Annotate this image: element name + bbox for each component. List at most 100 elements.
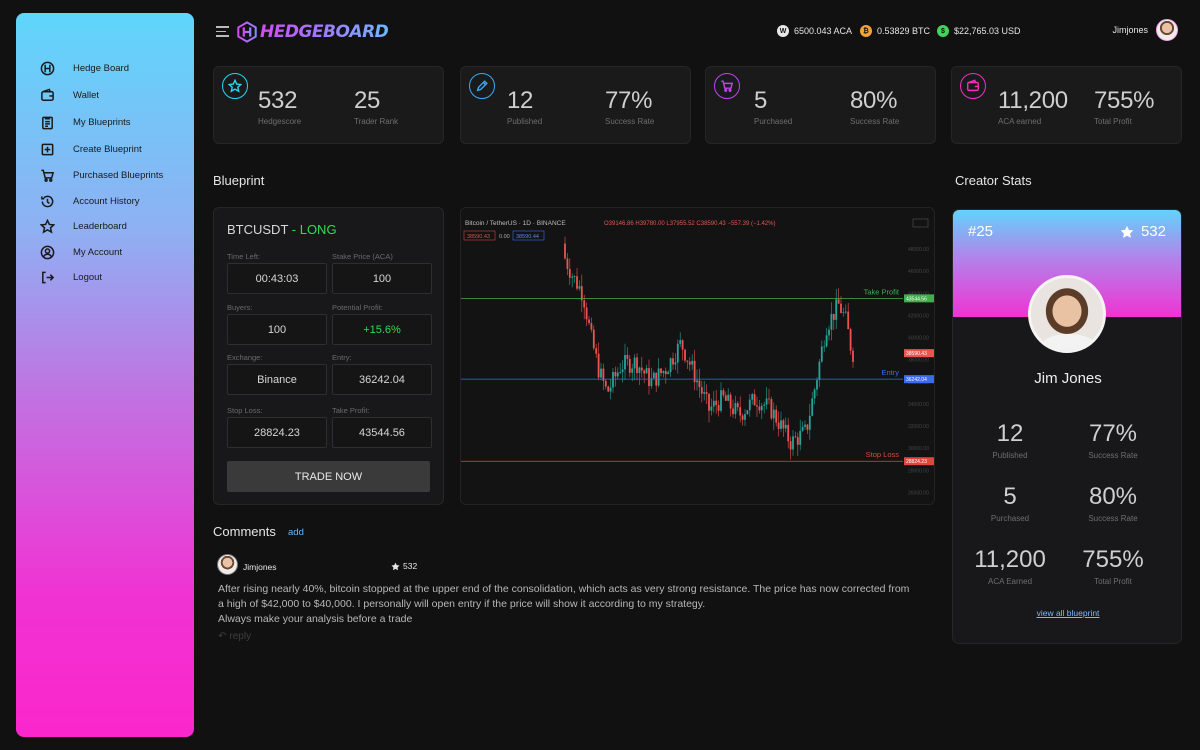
price-tag-right-text: 38590.44 [516,234,539,240]
wallet-icon [40,87,55,103]
candle-body [741,415,744,420]
candle-body [585,307,588,320]
candle-body [688,361,691,365]
candle-body [744,414,746,420]
sidebar-item-label: Account History [73,195,140,207]
price-axis-tick: 46000.00 [908,269,929,275]
creator-score: 532 [1120,223,1166,240]
candle-body [837,299,840,304]
level-label: Take Profit [864,287,900,296]
candle-body [712,400,715,407]
btc-coin-icon: ₿ [860,25,872,37]
candle-body [626,355,629,359]
candle-body [789,441,792,450]
candle-body [756,405,758,407]
view-all-blueprint-link[interactable]: view all blueprint [953,608,1181,618]
creator-stat-label: Success Rate [1088,514,1138,523]
candle-body [621,369,624,373]
candle-body [571,276,574,278]
candle-body [820,346,823,362]
candle-body [825,335,828,347]
sidebar-item-wallet[interactable]: Wallet [40,85,99,105]
sidebar-item-purchased-blueprints[interactable]: Purchased Blueprints [40,165,163,185]
stat-value: 25 [354,87,381,114]
candle-body [667,372,670,375]
sidebar-item-create-blueprint[interactable]: Create Blueprint [40,139,142,159]
menu-toggle-button[interactable] [216,26,229,38]
sidebar-item-my-blueprints[interactable]: My Blueprints [40,112,131,132]
candle-body [609,387,612,392]
candle-body [679,340,682,344]
candle-body [638,367,641,374]
reply-icon: ↶ [218,631,227,642]
sidebar-item-logout[interactable]: Logout [40,267,102,287]
candle-body [732,408,734,415]
field-label: Stake Price (ACA) [332,252,393,261]
candle-body [672,358,674,365]
candle-body [686,360,689,362]
candle-body [698,380,701,388]
trade-now-button[interactable]: TRADE NOW [227,461,430,492]
sidebar-item-label: Purchased Blueprints [73,169,164,181]
creator-stat-label: Total Profit [1094,577,1132,586]
creator-stat-label: Published [992,451,1028,460]
candle-body [588,319,590,324]
comments-title: Comments [213,524,276,539]
comment-avatar[interactable] [217,554,238,575]
candle-body [628,358,631,373]
candle-body [722,390,725,396]
price-axis-tick: 42000.00 [908,313,929,319]
field-label: Buyers: [227,303,253,312]
candle-body [784,424,787,429]
blueprint-card: BTCUSDT - LONG Time Left: 00:43:03 Stake… [213,207,444,505]
avatar[interactable] [1156,19,1178,41]
candle-body [640,367,643,371]
creator-avatar[interactable] [1028,275,1106,353]
candle-body [770,399,773,419]
sidebar-item-my-account[interactable]: My Account [40,242,122,262]
candle-body [787,424,790,442]
chart-header: Bitcoin / TetherUS · 1D · BINANCE [465,220,566,227]
candle-body [604,380,607,387]
candle-body [835,299,838,320]
time-left-field: 00:43:03 [227,263,327,294]
balance-usd: $ $22,765.03 USD [937,25,1021,37]
candle-body [796,437,799,445]
candle-body [648,368,650,387]
stat-value: 12 [507,87,534,114]
sidebar-item-hedge-board[interactable]: Hedge Board [40,58,129,78]
cart-icon [40,168,55,183]
user-menu[interactable]: Jimjones [1112,19,1178,41]
price-axis-tick: 48000.00 [908,247,929,253]
candle-body [607,386,610,392]
candle-body [801,426,804,431]
buyers-field: 100 [227,314,327,345]
price-chart[interactable]: Bitcoin / TetherUS · 1D · BINANCE O39146… [460,207,935,505]
app-logo[interactable]: HEDGEBOARD [236,20,389,44]
balance-btc: ₿ 0.53829 BTC [860,25,930,37]
stat-label: Trader Rank [354,117,399,126]
stake-price-field: 100 [332,263,432,294]
comment-text-line: a high of $42,000 to $40,000. I personal… [218,598,706,610]
stat-card-aca-earned: 11,200 ACA earned 755% Total Profit [951,66,1182,144]
candle-body [763,404,766,406]
sidebar-item-account-history[interactable]: Account History [40,191,140,211]
candle-body [624,355,626,370]
candle-body [813,389,816,399]
reply-button[interactable]: ↶ reply [218,631,251,642]
candle-body [652,372,655,379]
comment-username[interactable]: Jimjones [243,562,277,572]
candle-body [806,424,809,430]
add-comment-link[interactable]: add [288,527,304,538]
plus-square-icon [40,142,55,157]
candle-body [753,394,756,406]
sidebar-item-leaderboard[interactable]: Leaderboard [40,216,127,236]
candle-body [830,313,833,330]
chart-settings-button[interactable] [912,218,929,228]
candle-body [691,360,694,365]
potential-profit-field: +15.6% [332,314,432,345]
candle-body [643,370,646,374]
candlestick-chart[interactable]: Bitcoin / TetherUS · 1D · BINANCE O39146… [461,208,935,505]
candle-body [578,286,581,289]
level-label: Entry [881,368,899,377]
